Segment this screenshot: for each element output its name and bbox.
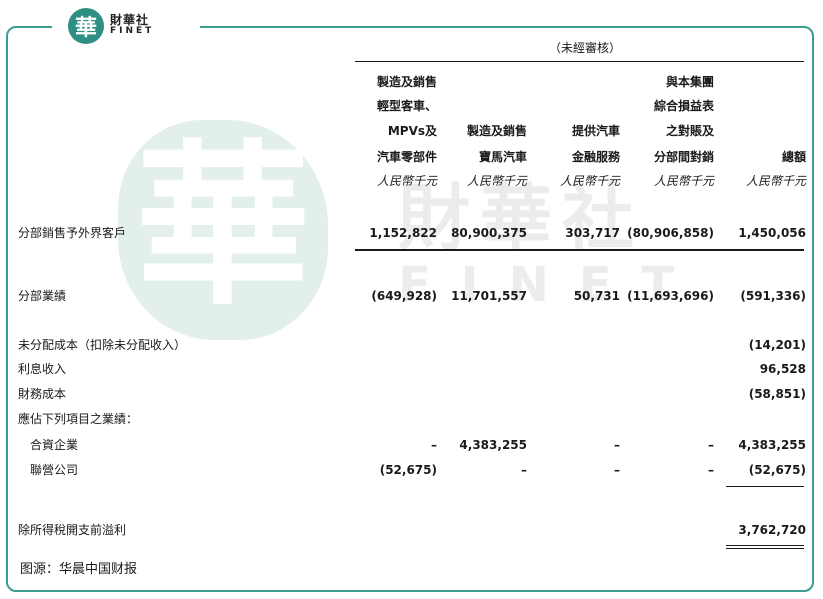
row-label: 未分配成本（扣除未分配收入） [18, 338, 187, 352]
column-header-line: 金融服務 [571, 150, 620, 164]
row-value: 96,528 [759, 362, 806, 376]
row-value: 4,383,255 [459, 438, 527, 452]
row-value: (52,675) [379, 463, 437, 477]
row-value: 80,900,375 [451, 226, 527, 240]
row-value: – [614, 438, 620, 452]
finet-logo: 華 財華社 FINET [52, 4, 200, 48]
total-rule [726, 486, 804, 487]
row-label: 聯營公司 [30, 463, 79, 477]
row-value: – [431, 438, 437, 452]
row-label: 分部銷售予外界客戶 [18, 226, 127, 240]
row-value: – [614, 463, 620, 477]
logo-badge-icon: 華 [68, 8, 104, 44]
column-header-line: 之對賬及 [665, 124, 714, 138]
column-unit: 人民幣千元 [559, 174, 620, 188]
column-header-line: 總額 [781, 150, 806, 164]
source-caption: 图源：华晨中国财报 [20, 562, 138, 577]
row-value: (649,928) [371, 289, 437, 303]
row-value: (591,336) [740, 289, 806, 303]
column-header-line: 寶馬汽車 [478, 150, 527, 164]
row-value: 1,450,056 [738, 226, 806, 240]
column-header-line: 綜合損益表 [653, 99, 714, 113]
row-label: 財務成本 [18, 387, 67, 401]
row-rule [355, 249, 804, 251]
row-label: 應佔下列項目之業績： [18, 412, 139, 426]
logo-cn: 財華社 [110, 13, 150, 27]
column-header-line: 輕型客車、 [376, 99, 437, 113]
total-rule [726, 545, 804, 546]
row-value: (14,201) [748, 338, 806, 352]
column-header-line: MPVs及 [387, 124, 437, 138]
column-header-line: 製造及銷售 [466, 124, 527, 138]
watermark-char: 華 [135, 126, 311, 329]
column-header-line: 汽車零部件 [376, 150, 437, 164]
total-rule [726, 548, 804, 549]
column-unit: 人民幣千元 [745, 174, 806, 188]
row-value: – [708, 463, 714, 477]
row-value: (80,906,858) [627, 226, 714, 240]
row-value: (11,693,696) [627, 289, 714, 303]
column-header-line: 製造及銷售 [376, 75, 437, 89]
column-unit: 人民幣千元 [466, 174, 527, 188]
row-value: – [708, 438, 714, 452]
row-value: (58,851) [748, 387, 806, 401]
row-label: 除所得稅開支前溢利 [18, 523, 127, 537]
unaudited-rule [355, 61, 804, 62]
row-value: 11,701,557 [451, 289, 527, 303]
row-value: 3,762,720 [738, 523, 806, 537]
column-header-line: 分部間對銷 [653, 150, 714, 164]
logo-en: FINET [110, 26, 155, 36]
row-value: – [521, 463, 527, 477]
watermark-cn: 財華社 [398, 176, 645, 260]
column-unit: 人民幣千元 [653, 174, 714, 188]
logo-text: 財華社 FINET [110, 13, 155, 37]
column-header-line: 提供汽車 [571, 124, 620, 138]
row-label: 利息收入 [18, 362, 67, 376]
row-label: 合資企業 [30, 438, 79, 452]
column-header-line: 與本集團 [665, 75, 714, 89]
column-unit: 人民幣千元 [376, 174, 437, 188]
row-value: 1,152,822 [369, 226, 437, 240]
row-value: 303,717 [565, 226, 620, 240]
row-label: 分部業績 [18, 289, 67, 303]
row-value: 4,383,255 [738, 438, 806, 452]
row-value: (52,675) [748, 463, 806, 477]
row-value: 50,731 [573, 289, 620, 303]
unaudited-label: （未經審核） [548, 41, 621, 55]
